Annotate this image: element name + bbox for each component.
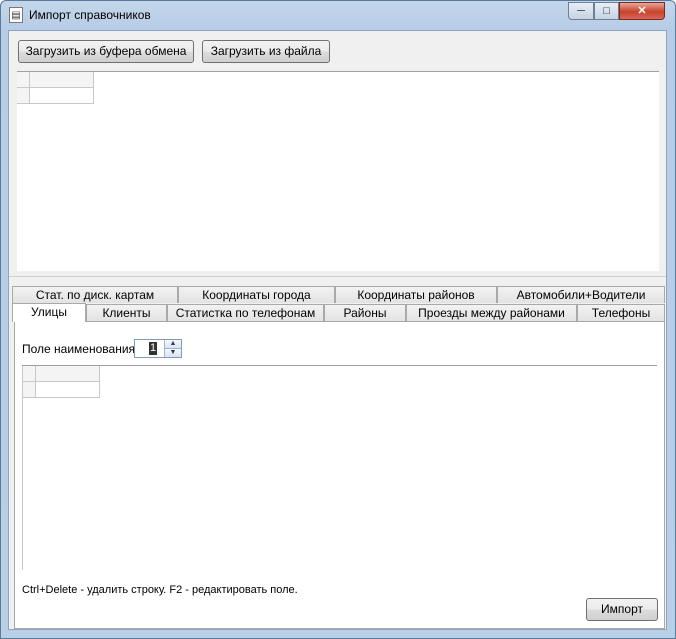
grid-row-header[interactable] (17, 88, 30, 104)
keyboard-hint: Ctrl+Delete - удалить строку. F2 - редак… (22, 584, 298, 596)
spinner-arrows[interactable]: ▲ ▼ (164, 340, 181, 357)
preview-data-grid[interactable] (22, 366, 657, 570)
tab-phones[interactable]: Телефоны (577, 304, 665, 321)
window-title: Импорт справочников (29, 8, 151, 22)
tab-district-coordinates[interactable]: Координаты районов (335, 286, 497, 303)
grid-cell[interactable] (30, 88, 94, 104)
grid-corner-cell[interactable] (23, 366, 36, 382)
panel-splitter[interactable] (9, 271, 666, 277)
load-from-file-button[interactable]: Загрузить из файла (202, 40, 330, 63)
name-field-spinner[interactable]: 1 ▲ ▼ (134, 339, 182, 358)
streets-tab-panel: Поле наименования: 1 ▲ ▼ Ctrl+Delete - у… (14, 321, 665, 629)
load-from-clipboard-button[interactable]: Загрузить из буфера обмена (18, 40, 194, 63)
grid-column-header[interactable] (36, 366, 100, 382)
tab-city-coordinates[interactable]: Координаты города (178, 286, 335, 303)
minimize-button[interactable]: ─ (568, 2, 594, 20)
tab-district-passages[interactable]: Проезды между районами (406, 304, 577, 321)
name-field-label: Поле наименования: (22, 342, 139, 356)
maximize-button[interactable]: □ (594, 2, 619, 20)
app-icon: ▤ (9, 7, 23, 23)
title-bar[interactable]: ▤ Импорт справочников ─ □ ✕ (1, 1, 675, 30)
import-button[interactable]: Импорт (586, 598, 658, 621)
spin-down-icon[interactable]: ▼ (165, 349, 181, 357)
tab-cars-drivers[interactable]: Автомобили+Водители (497, 286, 665, 303)
tab-disc-card-stats[interactable]: Стат. по диск. картам (12, 286, 178, 303)
tab-phone-statistics[interactable]: Статистка по телефонам (167, 304, 324, 321)
tab-clients[interactable]: Клиенты (86, 304, 167, 321)
grid-row-header[interactable] (23, 382, 36, 398)
tab-districts[interactable]: Районы (324, 304, 406, 321)
source-data-grid[interactable] (17, 71, 659, 271)
tab-streets[interactable]: Улицы (12, 303, 86, 322)
close-button[interactable]: ✕ (619, 2, 665, 20)
grid-corner-cell[interactable] (17, 72, 30, 88)
spin-up-icon[interactable]: ▲ (165, 340, 181, 349)
dialog-client-area: Загрузить из буфера обмена Загрузить из … (8, 30, 667, 630)
name-field-value[interactable]: 1 (149, 342, 157, 355)
grid-cell[interactable] (36, 382, 100, 398)
grid-column-header[interactable] (30, 72, 94, 88)
import-dialog-window: ▤ Импорт справочников ─ □ ✕ Загрузить из… (0, 0, 676, 639)
